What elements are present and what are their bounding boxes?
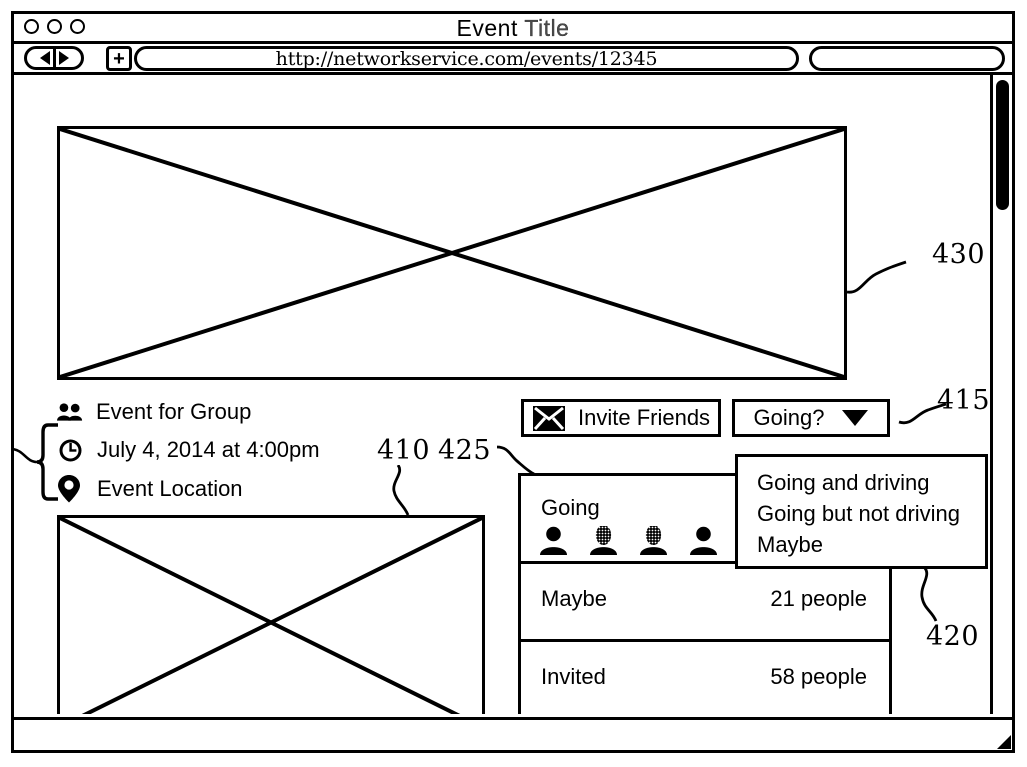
attendee-row-label: Maybe xyxy=(541,586,608,611)
page-title: Event Title xyxy=(14,15,1012,41)
rsvp-menu-item-maybe[interactable]: Maybe xyxy=(757,529,985,560)
page-title-plain: Event xyxy=(456,15,518,41)
map-ref-leader xyxy=(392,465,410,516)
rsvp-menu-item-going-and-driving[interactable]: Going and driving xyxy=(757,467,985,498)
address-bar-text[interactable]: http://networkservice.com/events/12345 xyxy=(137,48,796,70)
add-tab-button[interactable]: + xyxy=(106,46,132,71)
avatar-textured xyxy=(639,525,668,556)
rsvp-dropdown-menu[interactable]: Going and driving Going but not driving … xyxy=(735,454,988,569)
event-group-row: Event for Group xyxy=(57,400,251,424)
event-time-row: July 4, 2014 at 4:00pm xyxy=(58,438,320,462)
event-time-label: July 4, 2014 at 4:00pm xyxy=(97,437,320,462)
attendee-row-label: Going xyxy=(541,495,600,520)
list-ref-leader xyxy=(920,567,938,622)
attendee-row-count: 21 people xyxy=(770,586,867,611)
browser-window: Event Title + http://networkservice.com/… xyxy=(11,11,1015,753)
rsvp-dropdown-label: Going? xyxy=(753,405,825,430)
nav-back-forward-control[interactable] xyxy=(24,46,84,70)
envelope-icon xyxy=(533,405,567,431)
scrollbar-thumb[interactable] xyxy=(996,80,1009,210)
browser-toolbar: + http://networkservice.com/events/12345 xyxy=(14,44,1012,75)
event-cover-photo-placeholder[interactable] xyxy=(57,126,847,380)
group-people-icon xyxy=(57,400,83,424)
going-row-ref-number: 425 xyxy=(438,435,492,466)
invite-friends-label: Invite Friends xyxy=(578,405,711,430)
attendee-row-count: 58 people xyxy=(770,664,867,689)
back-arrow-icon[interactable] xyxy=(39,51,50,65)
placeholder-cross-icon xyxy=(60,129,844,377)
hero-ref-leader xyxy=(846,260,907,294)
attendee-row-maybe[interactable]: Maybe 21 people xyxy=(518,561,892,639)
map-pin-icon xyxy=(58,475,84,503)
list-ref-number: 420 xyxy=(926,621,980,652)
chevron-down-icon[interactable] xyxy=(842,410,869,426)
map-ref-number: 410 xyxy=(377,435,431,466)
clock-icon xyxy=(58,438,84,462)
search-input[interactable] xyxy=(809,46,1005,71)
placeholder-cross-icon xyxy=(60,518,482,714)
invite-friends-button[interactable]: Invite Friends xyxy=(521,399,721,437)
rsvp-menu-item-going-not-driving[interactable]: Going but not driving xyxy=(757,498,985,529)
window-title-bar: Event Title xyxy=(14,14,1012,44)
avatar-textured xyxy=(589,525,618,556)
vertical-scrollbar[interactable] xyxy=(990,75,1012,714)
page-title-styled: Title xyxy=(524,15,570,41)
attendee-row-label: Invited xyxy=(541,664,606,689)
event-location-label: Event Location xyxy=(97,476,243,501)
page-content: Event for Group July 4, 2014 at 4:00pm E… xyxy=(14,75,1012,714)
nav-divider xyxy=(52,49,56,67)
status-bar xyxy=(14,717,1012,750)
attendee-row-invited[interactable]: Invited 58 people xyxy=(518,639,892,714)
rsvp-dropdown-button[interactable]: Going? xyxy=(732,399,890,437)
forward-arrow-icon[interactable] xyxy=(58,51,69,65)
avatar-solid xyxy=(689,526,718,556)
event-group-label: Event for Group xyxy=(96,399,252,424)
avatar-solid xyxy=(539,526,568,556)
event-location-row: Event Location xyxy=(58,475,243,503)
hero-ref-number: 430 xyxy=(932,239,986,270)
event-location-map-placeholder[interactable] xyxy=(57,515,485,714)
rsvp-ref-number: 415 xyxy=(937,385,991,416)
attendee-avatars xyxy=(539,525,718,556)
window-resize-grip[interactable] xyxy=(997,735,1011,749)
address-bar[interactable]: http://networkservice.com/events/12345 xyxy=(134,46,799,71)
